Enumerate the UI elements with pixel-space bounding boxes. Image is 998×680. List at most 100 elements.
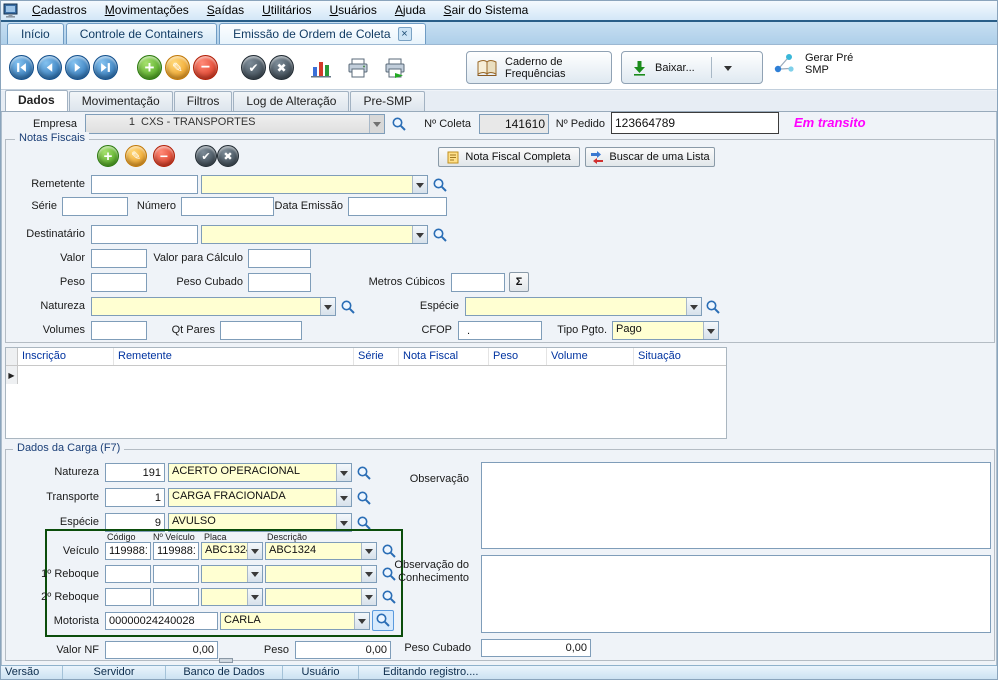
notas-confirm-button[interactable]: ✔ — [195, 145, 217, 167]
nav-prev-button[interactable] — [37, 55, 62, 80]
numero-input[interactable] — [181, 197, 274, 216]
subtab-movimentacao[interactable]: Movimentação — [69, 91, 173, 111]
reboque1-descricao-combo[interactable] — [265, 565, 377, 583]
button-label: Baixar... — [655, 62, 695, 74]
nota-fiscal-completa-button[interactable]: Nota Fiscal Completa — [438, 147, 580, 167]
notas-edit-button[interactable]: ✎ — [125, 145, 147, 167]
destinatario-combo[interactable] — [201, 225, 428, 244]
transporte-combo[interactable]: CARGA FRACIONADA — [168, 488, 352, 507]
notas-add-button[interactable]: + — [97, 145, 119, 167]
print-send-button[interactable] — [380, 53, 410, 83]
remetente-input[interactable] — [91, 175, 198, 194]
sigma-button[interactable]: Σ — [509, 272, 529, 292]
veiculo-descricao-combo[interactable]: ABC1324 — [265, 542, 377, 560]
empresa-combo[interactable]: 1 CXS - TRANSPORTES — [85, 114, 385, 134]
tab-inicio[interactable]: Início — [7, 23, 64, 44]
print-button[interactable] — [343, 53, 373, 83]
veiculo-placa-combo[interactable]: ABC1324 — [201, 542, 263, 560]
tab-emissao-de-ordem-de-coleta[interactable]: Emissão de Ordem de Coleta × — [219, 23, 425, 44]
subtab-log-de-alteracao[interactable]: Log de Alteração — [233, 91, 349, 111]
pedido-input[interactable] — [611, 112, 779, 134]
subtab-filtros[interactable]: Filtros — [174, 91, 233, 111]
veiculo-codigo-input[interactable] — [105, 542, 151, 560]
menu-item-saidas[interactable]: Saídas — [198, 1, 253, 20]
reboque1-placa-combo[interactable] — [201, 565, 263, 583]
col-remetente: Remetente — [114, 348, 354, 365]
row-marker-icon: ▶ — [6, 366, 18, 384]
remetente-combo[interactable] — [201, 175, 428, 194]
serie-input[interactable] — [62, 197, 128, 216]
reboque2-search-icon[interactable] — [381, 589, 397, 605]
reboque2-codigo-input[interactable] — [105, 588, 151, 606]
carga-natureza-code-input[interactable] — [105, 463, 165, 482]
baixar-button[interactable]: Baixar... — [621, 51, 763, 84]
peso-input[interactable] — [91, 273, 147, 292]
notas-cancel-button[interactable]: ✖ — [217, 145, 239, 167]
carga-natureza-combo[interactable]: ACERTO OPERACIONAL — [168, 463, 352, 482]
x-icon: ✖ — [276, 61, 286, 75]
carga-peso-cubado-input[interactable] — [481, 639, 591, 657]
nav-next-button[interactable] — [65, 55, 90, 80]
button-label: Nota Fiscal Completa — [465, 151, 570, 163]
carga-peso-cubado-label: Peso Cubado — [404, 642, 471, 654]
valor-input[interactable] — [91, 249, 147, 268]
metros-cubicos-input[interactable] — [451, 273, 505, 292]
edit-record-button[interactable]: ✎ — [165, 55, 190, 80]
chart-button[interactable] — [306, 53, 336, 83]
transporte-search-icon[interactable] — [356, 490, 372, 506]
nav-first-button[interactable] — [9, 55, 34, 80]
remetente-search-icon[interactable] — [432, 177, 448, 193]
motorista-combo[interactable]: CARLA — [220, 612, 370, 630]
menu-item-sair-do-sistema[interactable]: Sair do Sistema — [435, 1, 538, 20]
tipo-pgto-combo[interactable]: Pago — [612, 321, 719, 340]
volumes-input[interactable] — [91, 321, 147, 340]
cfop-input[interactable] — [458, 321, 542, 340]
caderno-frequencias-button[interactable]: Caderno deFrequências — [466, 51, 612, 84]
notas-delete-button[interactable]: − — [153, 145, 175, 167]
peso-cubado-input[interactable] — [248, 273, 311, 292]
delete-record-button[interactable]: − — [193, 55, 218, 80]
tab-controle-de-containers[interactable]: Controle de Containers — [66, 23, 217, 44]
natureza-combo[interactable] — [91, 297, 336, 316]
reboque1-numero-input[interactable] — [153, 565, 199, 583]
subtab-pre-smp[interactable]: Pre-SMP — [350, 91, 425, 111]
menu-item-ajuda[interactable]: Ajuda — [386, 1, 435, 20]
reboque2-descricao-combo[interactable] — [265, 588, 377, 606]
motorista-search-icon[interactable] — [375, 612, 391, 628]
carga-peso-input[interactable] — [295, 641, 391, 659]
reboque2-numero-input[interactable] — [153, 588, 199, 606]
transporte-code-input[interactable] — [105, 488, 165, 507]
subtab-dados[interactable]: Dados — [5, 90, 68, 111]
empresa-search-icon[interactable] — [391, 116, 407, 132]
veiculo-numero-input[interactable] — [153, 542, 199, 560]
obs-conhecimento-textarea[interactable] — [481, 555, 991, 633]
minus-icon: − — [201, 59, 210, 77]
especie-search-icon[interactable] — [705, 299, 721, 315]
destinatario-search-icon[interactable] — [432, 227, 448, 243]
qt-pares-input[interactable] — [220, 321, 302, 340]
buscar-lista-button[interactable]: Buscar de uma Lista — [585, 147, 715, 167]
veiculo-search-icon[interactable] — [381, 543, 397, 559]
menu-item-usuarios[interactable]: Usuários — [320, 1, 385, 20]
motorista-codigo-input[interactable] — [105, 612, 218, 630]
observacao-textarea[interactable] — [481, 462, 991, 549]
tab-close-icon[interactable]: × — [398, 27, 412, 41]
especie-combo[interactable] — [465, 297, 702, 316]
cancel-button[interactable]: ✖ — [269, 55, 294, 80]
menu-item-utilitarios[interactable]: Utilitários — [253, 1, 320, 20]
valor-calculo-input[interactable] — [248, 249, 311, 268]
add-record-button[interactable]: + — [137, 55, 162, 80]
destinatario-input[interactable] — [91, 225, 198, 244]
reboque2-placa-combo[interactable] — [201, 588, 263, 606]
natureza-search-icon[interactable] — [340, 299, 356, 315]
gerar-pre-smp-button[interactable]: Gerar PréSMP — [773, 52, 853, 76]
carga-natureza-search-icon[interactable] — [356, 465, 372, 481]
valor-nf-input[interactable] — [105, 641, 218, 659]
reboque1-codigo-input[interactable] — [105, 565, 151, 583]
table-row[interactable]: ▶ — [6, 366, 726, 384]
menu-item-cadastros[interactable]: Cadastros — [23, 1, 96, 20]
nav-last-button[interactable] — [93, 55, 118, 80]
menu-item-movimentacoes[interactable]: Movimentações — [96, 1, 198, 20]
data-emissao-input[interactable] — [348, 197, 447, 216]
confirm-button[interactable]: ✔ — [241, 55, 266, 80]
